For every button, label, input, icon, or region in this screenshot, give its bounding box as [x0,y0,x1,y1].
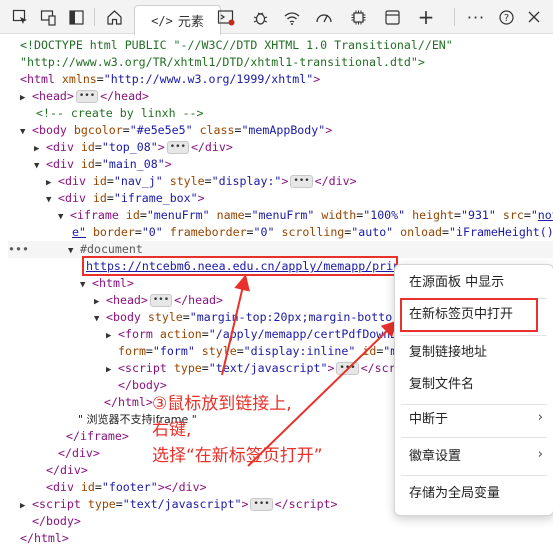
menu-item-show-in-sources[interactable]: 在源面板 中显示 [409,273,504,293]
annotation-line-2: 右键, [152,420,192,440]
context-menu: 在源面板 中显示 在新标签页中打开 复制链接地址 复制文件名 中断于 › 徽章设… [394,264,553,516]
annotation-line-1: ③鼠标放到链接上, [152,394,292,414]
chevron-right-icon: › [537,410,543,425]
menu-item-badge-settings[interactable]: 徽章设置 [409,447,461,467]
annotation-line-3: 选择“在新标签页打开” [152,446,323,466]
menu-item-open-new-tab[interactable]: 在新标签页中打开 [409,305,513,325]
arrow-to-url-icon [221,274,250,376]
chevron-right-icon: › [537,447,543,462]
menu-item-copy-filename[interactable]: 复制文件名 [409,375,474,395]
menu-item-break-on[interactable]: 中断于 [409,410,448,430]
menu-item-copy-link[interactable]: 复制链接地址 [409,343,487,363]
menu-item-store-global[interactable]: 存储为全局变量 [409,484,500,504]
